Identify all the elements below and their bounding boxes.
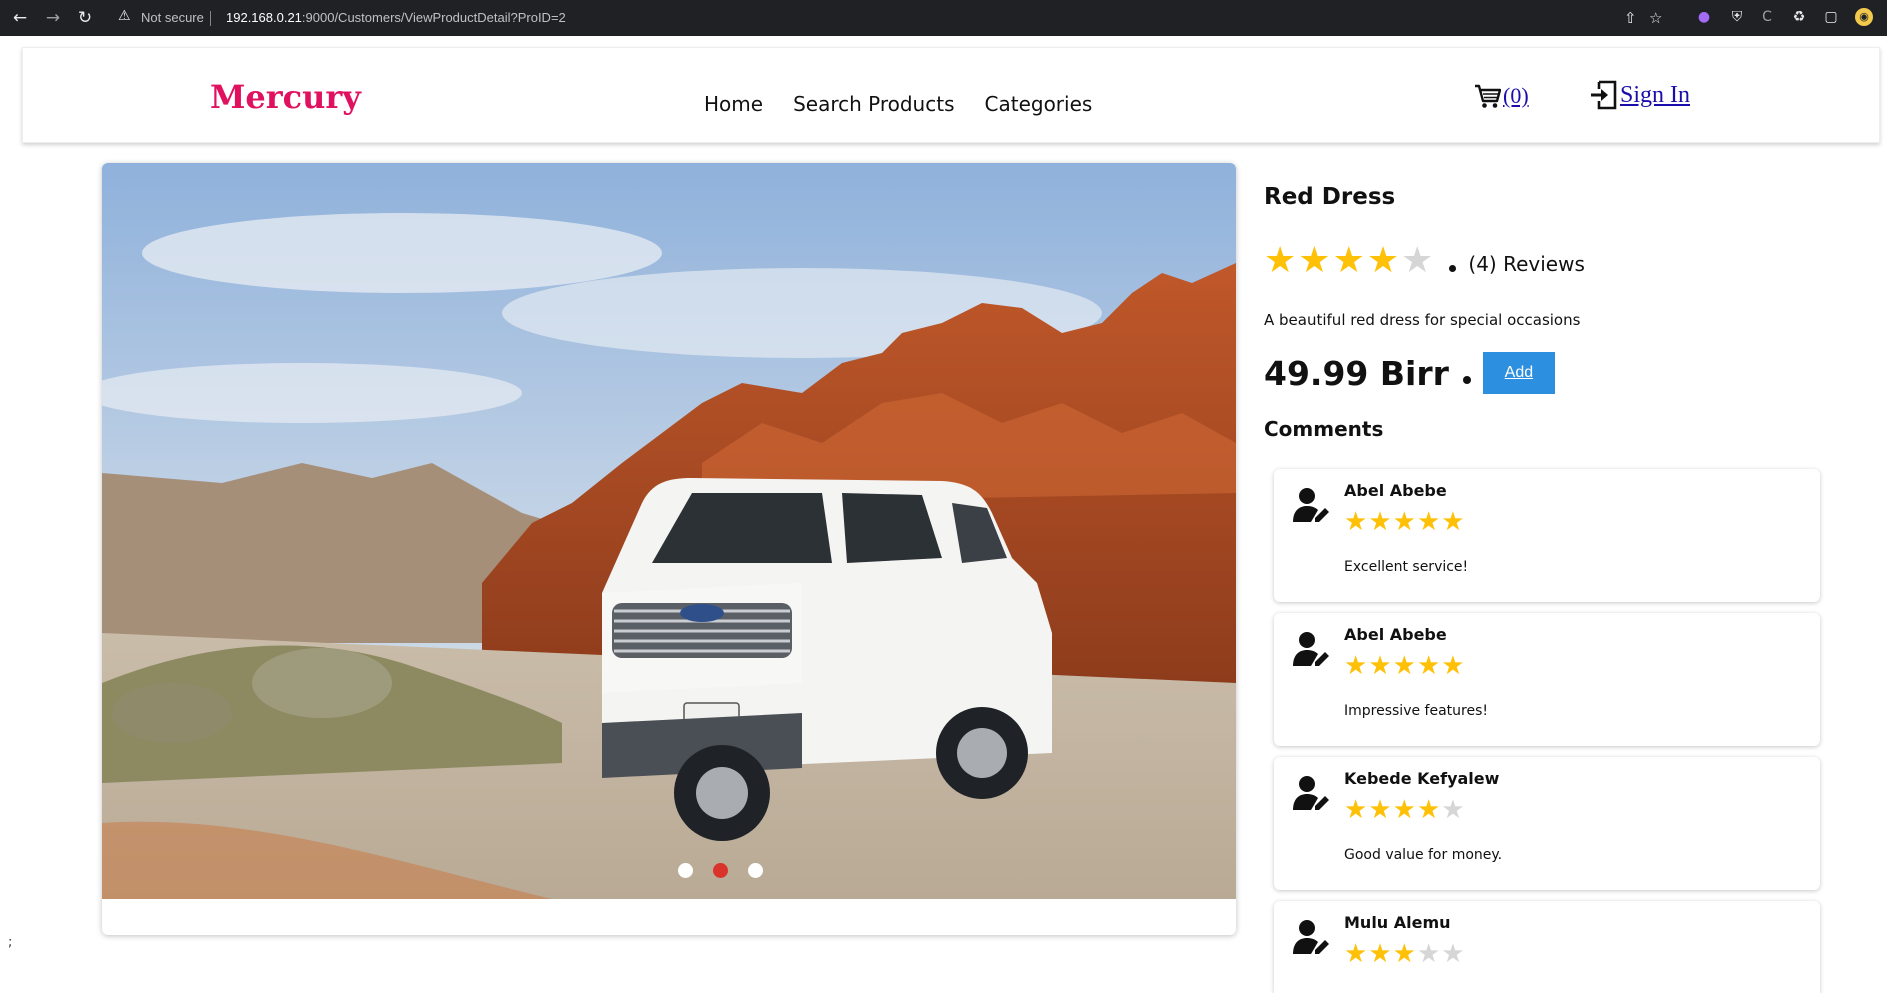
star-icon: ★ xyxy=(1368,939,1392,969)
comment-text: Excellent service! xyxy=(1344,559,1469,575)
comment-author: Kebede Kefyalew xyxy=(1344,769,1500,788)
star-icon: ★ xyxy=(1416,795,1441,825)
star-icon: ★ xyxy=(1344,795,1368,825)
share-icon[interactable]: ⇧ xyxy=(1624,9,1637,27)
comment-author: Mulu Alemu xyxy=(1344,913,1451,932)
puzzle-icon[interactable]: ♻ xyxy=(1790,8,1808,26)
separator-dot xyxy=(1449,264,1457,272)
star-icon: ★ xyxy=(1392,651,1416,681)
carousel-dot-2[interactable] xyxy=(713,863,728,878)
carousel-dot-3[interactable] xyxy=(748,863,763,878)
bookmark-star-icon[interactable]: ☆ xyxy=(1649,9,1662,27)
star-icon: ★ xyxy=(1344,507,1368,537)
star-icon: ★ xyxy=(1392,939,1416,969)
star-icon: ★ xyxy=(1344,651,1368,681)
nav-home[interactable]: Home xyxy=(704,92,763,116)
star-icon: ★ xyxy=(1416,651,1441,681)
sidepanel-icon[interactable]: ▢ xyxy=(1822,8,1840,26)
comment-card: Kebede Kefyalew ★ ★ ★ ★ ★ Good value for… xyxy=(1274,757,1820,890)
site-header: Mercury Home Search Products Categories … xyxy=(22,47,1880,143)
star-icon: ★ xyxy=(1441,507,1465,537)
cart-count: (0) xyxy=(1503,83,1529,108)
code-extension-icon[interactable]: C xyxy=(1758,8,1776,26)
star-empty-icon: ★ xyxy=(1416,939,1441,969)
user-icon xyxy=(1293,776,1329,810)
star-empty-icon: ★ xyxy=(1401,240,1434,281)
url-path: :9000/Customers/ViewProductDetail?ProID=… xyxy=(301,10,566,25)
user-icon xyxy=(1293,632,1329,666)
star-empty-icon: ★ xyxy=(1441,939,1465,969)
product-name: Red Dress xyxy=(1264,184,1396,210)
review-count[interactable]: (4) Reviews xyxy=(1468,252,1584,276)
stray-text: ; xyxy=(8,935,13,950)
warning-icon: ⚠ xyxy=(118,8,131,24)
comment-text: Impressive features! xyxy=(1344,703,1488,719)
browser-toolbar: ← → ↻ ⚠ Not secure 192.168.0.21:9000/Cus… xyxy=(0,0,1887,36)
star-icon: ★ xyxy=(1392,795,1416,825)
star-icon: ★ xyxy=(1392,507,1416,537)
security-label: Not secure xyxy=(141,10,204,25)
price-row: 49.99 Birr Add xyxy=(1264,352,1555,394)
comments-heading: Comments xyxy=(1264,417,1384,441)
star-icon: ★ xyxy=(1344,939,1368,969)
star-icon: ★ xyxy=(1332,240,1365,281)
url-text[interactable]: 192.168.0.21:9000/Customers/ViewProductD… xyxy=(226,10,566,25)
forward-icon[interactable]: → xyxy=(42,7,64,29)
signin-icon xyxy=(1591,80,1617,110)
comment-author: Abel Abebe xyxy=(1344,625,1447,644)
cart-link[interactable]: (0) xyxy=(1474,83,1529,109)
star-icon: ★ xyxy=(1368,507,1392,537)
comment-rating: ★ ★ ★ ★ ★ xyxy=(1344,653,1466,679)
main-nav: Home Search Products Categories xyxy=(704,92,1092,116)
star-icon: ★ xyxy=(1264,240,1297,281)
comment-rating: ★ ★ ★ ★ ★ xyxy=(1344,941,1466,967)
product-rating: ★ ★ ★ ★ ★ (4) Reviews xyxy=(1264,243,1585,279)
back-icon[interactable]: ← xyxy=(9,7,31,29)
site-logo[interactable]: Mercury xyxy=(210,78,361,116)
star-icon: ★ xyxy=(1368,795,1392,825)
nav-categories[interactable]: Categories xyxy=(985,92,1093,116)
star-icon: ★ xyxy=(1441,651,1465,681)
product-carousel xyxy=(102,163,1236,935)
signin-link[interactable]: Sign In xyxy=(1590,80,1690,110)
star-empty-icon: ★ xyxy=(1441,795,1465,825)
comment-text: Good value for money. xyxy=(1344,847,1503,863)
comment-rating: ★ ★ ★ ★ ★ xyxy=(1344,797,1466,823)
separator-dot xyxy=(1462,376,1471,384)
star-icon: ★ xyxy=(1368,651,1392,681)
profile-avatar-icon[interactable]: ◉ xyxy=(1855,8,1873,26)
address-separator xyxy=(210,11,211,26)
star-icon: ★ xyxy=(1366,240,1400,281)
star-icon: ★ xyxy=(1298,240,1331,281)
product-slide-image xyxy=(102,163,1236,899)
extension-icon[interactable]: ● xyxy=(1695,8,1713,26)
signin-label: Sign In xyxy=(1620,81,1691,108)
comment-card: Abel Abebe ★ ★ ★ ★ ★ Excellent service! xyxy=(1274,469,1820,602)
address-bar[interactable]: ⚠ Not secure 192.168.0.21:9000/Customers… xyxy=(108,4,1670,32)
cart-icon xyxy=(1475,84,1501,108)
reload-icon[interactable]: ↻ xyxy=(74,7,96,29)
shield-extension-icon[interactable]: ⛨ xyxy=(1728,8,1746,26)
comment-author: Abel Abebe xyxy=(1344,481,1447,500)
star-icon: ★ xyxy=(1416,507,1441,537)
comment-card: Abel Abebe ★ ★ ★ ★ ★ Impressive features… xyxy=(1274,613,1820,746)
user-icon xyxy=(1293,488,1329,522)
add-to-cart-button[interactable]: Add xyxy=(1482,352,1555,394)
comment-rating: ★ ★ ★ ★ ★ xyxy=(1344,509,1466,535)
carousel-dot-1[interactable] xyxy=(678,863,693,878)
product-description: A beautiful red dress for special occasi… xyxy=(1264,311,1581,329)
comment-card: Mulu Alemu ★ ★ ★ ★ ★ xyxy=(1274,901,1820,993)
user-icon xyxy=(1293,920,1329,954)
nav-search-products[interactable]: Search Products xyxy=(793,92,954,116)
url-host: 192.168.0.21 xyxy=(226,10,302,25)
product-price: 49.99 Birr xyxy=(1264,353,1449,393)
